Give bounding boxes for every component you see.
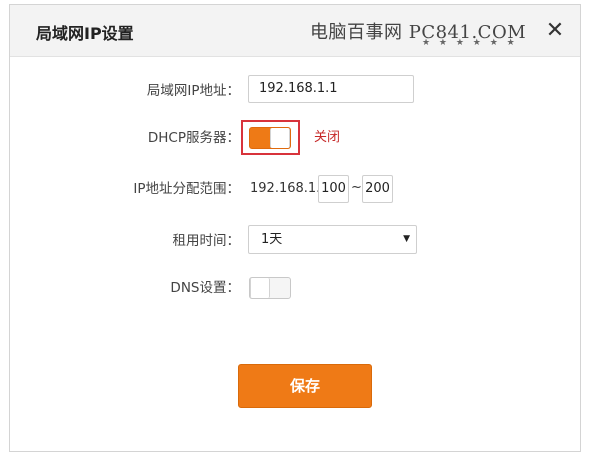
- dialog-header: 局域网IP设置 电脑百事网 PC841.COM ★ ★ ★ ★ ★ ★ ✕: [10, 5, 580, 57]
- chevron-down-icon: ▼: [403, 234, 410, 244]
- ip-range-row: IP地址分配范围： 192.168.1. 100 ~ 200: [10, 175, 580, 207]
- lease-time-select[interactable]: 1天 ▼: [248, 225, 417, 254]
- lan-ip-label: 局域网IP地址：: [146, 83, 240, 99]
- watermark-stars: ★ ★ ★ ★ ★ ★: [422, 38, 518, 48]
- dialog-title: 局域网IP设置: [36, 24, 134, 43]
- dns-toggle-knob: [250, 278, 270, 298]
- dhcp-label: DHCP服务器：: [147, 130, 240, 146]
- dns-toggle[interactable]: [249, 277, 291, 299]
- dns-label: DNS设置：: [170, 280, 240, 296]
- lease-time-value: 1天: [261, 232, 283, 247]
- lan-ip-row: 局域网IP地址： 192.168.1.1: [10, 75, 580, 107]
- ip-range-separator: ~: [351, 180, 362, 195]
- ip-range-label: IP地址分配范围：: [133, 181, 240, 197]
- lan-ip-settings-dialog: 局域网IP设置 电脑百事网 PC841.COM ★ ★ ★ ★ ★ ★ ✕ 局域…: [9, 4, 581, 452]
- dhcp-row: DHCP服务器： 关闭: [10, 120, 580, 159]
- ip-range-end-input[interactable]: 200: [362, 175, 393, 203]
- ip-range-start-input[interactable]: 100: [318, 175, 349, 203]
- dhcp-toggle-knob: [270, 128, 290, 148]
- save-button[interactable]: 保存: [238, 364, 372, 408]
- dns-row: DNS设置：: [10, 277, 580, 309]
- lease-time-label: 租用时间：: [172, 233, 241, 249]
- dhcp-status-text: 关闭: [314, 130, 341, 145]
- lease-time-row: 租用时间： 1天 ▼: [10, 225, 580, 257]
- dhcp-toggle[interactable]: [249, 127, 291, 149]
- lan-ip-input[interactable]: 192.168.1.1: [248, 75, 414, 103]
- close-icon[interactable]: ✕: [543, 19, 567, 43]
- ip-range-prefix: 192.168.1.: [250, 181, 321, 196]
